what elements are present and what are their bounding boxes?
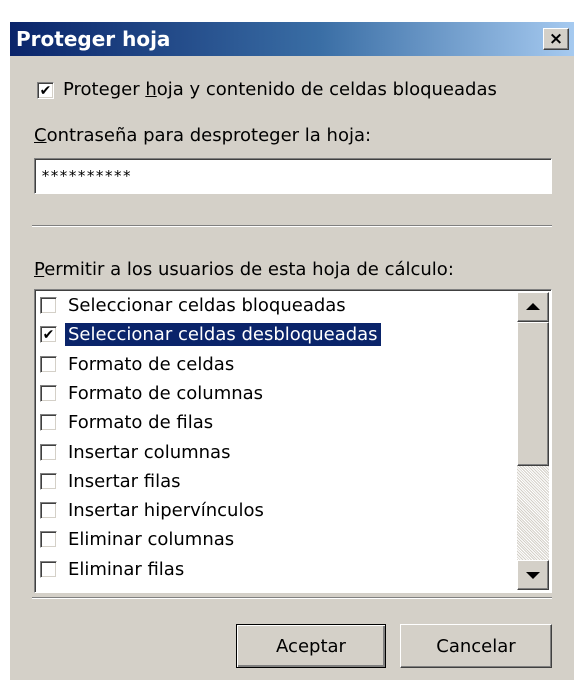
permissions-label-accel: P: [34, 259, 45, 280]
permission-checkbox[interactable]: [40, 502, 57, 520]
permission-item[interactable]: Eliminar columnas: [37, 526, 515, 553]
permission-item[interactable]: Formato de columnas: [37, 380, 515, 407]
permission-checkbox[interactable]: [40, 355, 57, 373]
password-label-rest: ontraseña para desproteger la hoja:: [46, 125, 372, 146]
scroll-thumb[interactable]: [517, 322, 549, 466]
permission-checkbox[interactable]: [40, 443, 57, 461]
separator-bottom: [32, 597, 552, 599]
vertical-scrollbar[interactable]: [517, 292, 549, 590]
title-bar: Proteger hoja ×: [10, 22, 574, 56]
permission-item[interactable]: Seleccionar celdas bloqueadas: [37, 292, 515, 319]
permission-label: Seleccionar celdas bloqueadas: [68, 295, 346, 316]
permission-item[interactable]: Insertar hipervínculos: [37, 497, 515, 524]
check-icon: ✔: [42, 326, 55, 343]
permission-checkbox[interactable]: [40, 531, 57, 549]
permission-checkbox[interactable]: ✔: [40, 326, 57, 344]
scroll-up-button[interactable]: [517, 292, 549, 322]
permission-item[interactable]: Formato de filas: [37, 409, 515, 436]
close-button[interactable]: ×: [543, 28, 569, 50]
protect-label-suffix: oja y contenido de celdas bloqueadas: [156, 79, 497, 100]
password-label-accel: C: [34, 125, 47, 146]
cancel-button[interactable]: Cancelar: [400, 624, 552, 668]
permission-label: Formato de filas: [68, 412, 214, 434]
password-input[interactable]: [34, 158, 552, 194]
permission-label: Eliminar columnas: [68, 529, 235, 551]
ok-button[interactable]: Aceptar: [236, 624, 386, 668]
arrow-up-icon: [526, 303, 540, 310]
permission-label: Formato de columnas: [68, 382, 264, 404]
check-icon: ✔: [39, 82, 52, 99]
permission-checkbox[interactable]: [40, 472, 57, 490]
separator-top: [32, 225, 552, 227]
dialog-title: Proteger hoja: [16, 27, 171, 51]
permission-label: Insertar columnas: [68, 441, 231, 463]
permission-item[interactable]: Formato de celdas: [37, 351, 515, 378]
permission-checkbox[interactable]: [40, 297, 57, 314]
close-icon: ×: [548, 28, 564, 49]
permission-item[interactable]: Eliminar filas: [37, 556, 515, 583]
protect-label-prefix: Proteger: [63, 79, 146, 100]
protect-sheet-dialog: Proteger hoja × ✔ Proteger hoja y conten…: [10, 22, 574, 680]
permission-checkbox[interactable]: [40, 414, 57, 432]
arrow-down-icon: [526, 572, 540, 579]
permission-item[interactable]: Insertar columnas: [37, 439, 515, 466]
protect-sheet-checkbox[interactable]: ✔: [37, 82, 54, 99]
permission-item[interactable]: ✔ Seleccionar celdas desbloqueadas: [37, 321, 515, 348]
permission-label: Eliminar filas: [68, 558, 185, 580]
scroll-down-button[interactable]: [517, 560, 549, 590]
permissions-listbox[interactable]: Seleccionar celdas bloqueadas ✔ Selecciona…: [34, 289, 552, 593]
protect-label-accel: h: [145, 79, 157, 100]
permission-label: Insertar hipervínculos: [68, 500, 264, 522]
permission-item[interactable]: Insertar filas: [37, 468, 515, 495]
permissions-label: Permitir a los usuarios de esta hoja de …: [34, 259, 454, 280]
permission-checkbox[interactable]: [40, 560, 57, 578]
permission-checkbox[interactable]: [40, 384, 57, 402]
permission-label: Insertar filas: [68, 470, 181, 492]
permission-label: Seleccionar celdas desbloqueadas: [65, 323, 381, 347]
password-label: Contraseña para desproteger la hoja:: [34, 125, 371, 146]
permissions-label-rest: ermitir a los usuarios de esta hoja de c…: [44, 259, 454, 280]
protect-sheet-label: Proteger hoja y contenido de celdas bloq…: [63, 79, 497, 100]
permission-label: Formato de celdas: [68, 353, 235, 375]
